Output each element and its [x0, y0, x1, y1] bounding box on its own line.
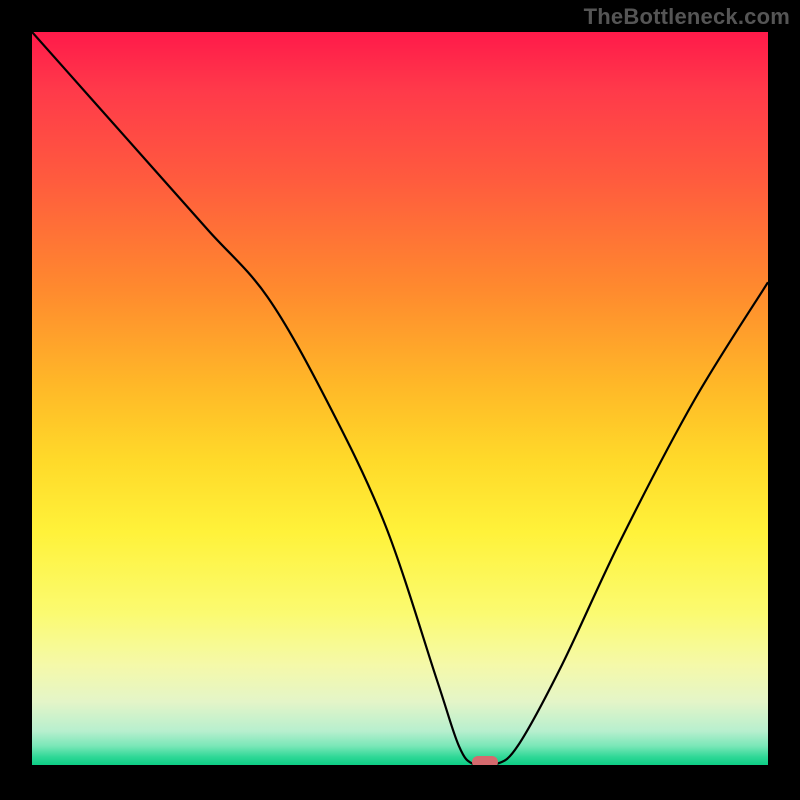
plot-area: [32, 32, 768, 768]
watermark-text: TheBottleneck.com: [584, 4, 790, 30]
bottleneck-curve: [32, 32, 768, 768]
curve-path: [32, 32, 768, 767]
chart-container: TheBottleneck.com: [0, 0, 800, 800]
x-axis-line: [32, 765, 768, 768]
